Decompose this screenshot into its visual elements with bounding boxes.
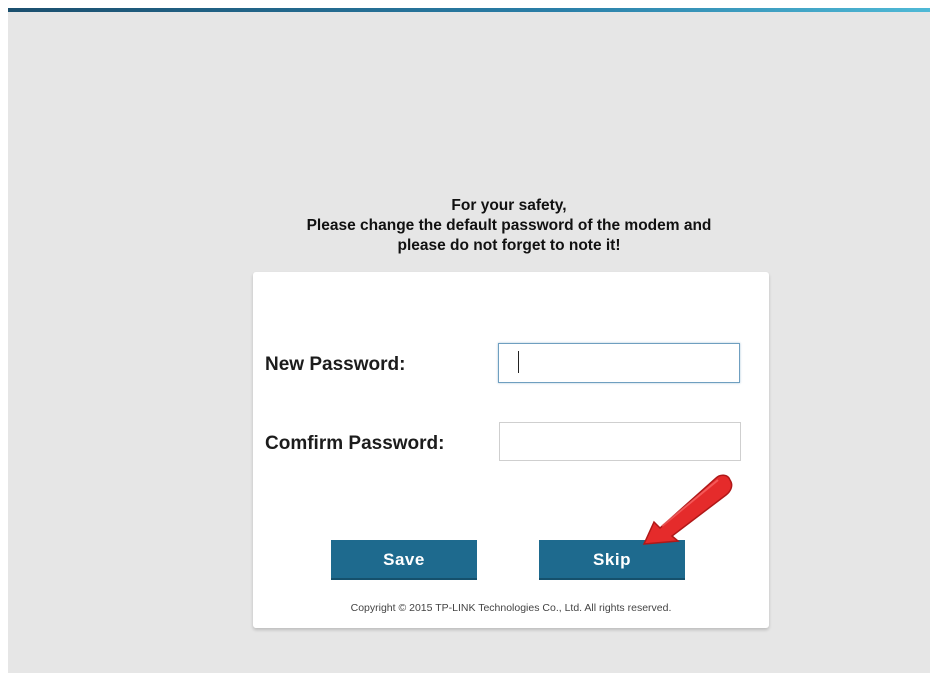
notice-line-1: For your safety, (451, 197, 567, 214)
password-change-panel: New Password: Comfirm Password: Save Ski… (253, 272, 769, 628)
copyright-text: Copyright © 2015 TP-LINK Technologies Co… (350, 602, 672, 614)
new-password-label: New Password: (265, 354, 406, 375)
text-caret (518, 351, 519, 373)
new-password-field-wrapper (498, 343, 740, 383)
safety-notice: For your safety, Please change the defau… (253, 196, 765, 256)
arrow-shape (642, 474, 733, 545)
notice-line-3: please do not forget to note it! (397, 237, 621, 254)
confirm-password-label: Comfirm Password: (265, 433, 445, 454)
notice-line-2: Please change the default password of th… (306, 217, 712, 234)
red-pointer-arrow-icon (642, 474, 733, 545)
new-password-input[interactable] (498, 343, 740, 383)
top-header-bar (8, 8, 930, 12)
confirm-password-input[interactable] (499, 422, 741, 461)
save-button[interactable]: Save (331, 540, 477, 580)
